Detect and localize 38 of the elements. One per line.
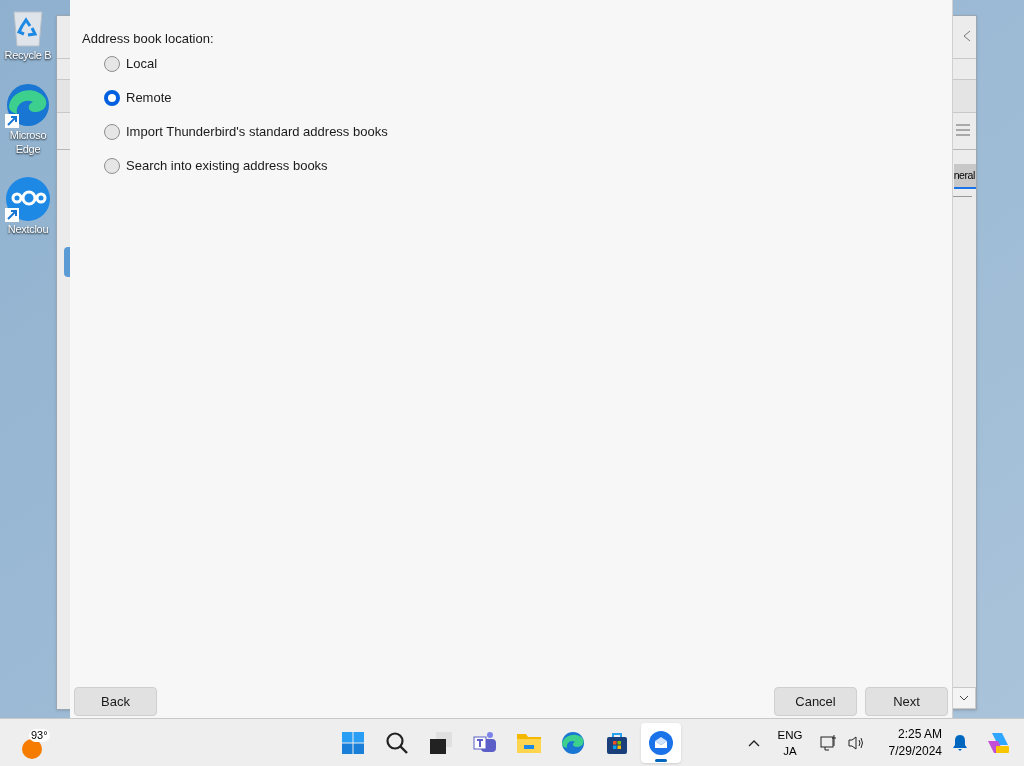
language-code: ENG [777,727,803,743]
volume-icon[interactable] [848,734,866,751]
close-icon[interactable] [962,30,972,42]
language-indicator[interactable]: ENG JA [770,726,810,759]
weather-widget[interactable]: 93° [22,724,62,761]
chat-team-icon [473,731,497,755]
radio-label[interactable]: Local [126,54,158,74]
section-label: Address book location: [82,30,215,47]
radio-label[interactable]: Import Thunderbird's standard address books [126,122,388,142]
cancel-button[interactable]: Cancel [774,687,857,716]
radio-button[interactable] [104,90,120,106]
network-icon[interactable] [820,733,838,752]
next-button[interactable]: Next [865,687,948,716]
radio-label[interactable]: Remote [126,88,172,108]
clock-time[interactable]: 2:25 AM [897,725,942,743]
bird-envelope-icon [648,730,674,756]
radio-button[interactable] [104,124,120,140]
caret-icon [959,695,969,701]
task-view-icon [429,731,453,755]
clock-date[interactable]: 7/29/2024 [888,742,942,760]
folder-icon [516,731,542,755]
colorful-logo-icon[interactable] [986,730,1010,755]
language-code: JA [783,743,797,759]
windows-logo-icon [341,731,365,755]
bell-icon[interactable] [952,733,968,752]
temperature: 93° [29,728,50,742]
tab[interactable]: neral [953,164,976,189]
wave-logo-icon [5,82,51,128]
radio-button[interactable] [104,158,120,174]
radio-label[interactable]: Search into existing address books [126,156,328,176]
shopping-bag-icon [605,731,629,755]
back-button[interactable]: Back [74,687,157,716]
three-rings-logo-icon [5,176,51,222]
chevron-up-icon[interactable] [748,738,760,747]
wave-logo-icon [561,731,585,755]
search-icon [385,731,409,755]
sun-icon [22,738,42,759]
radio-button[interactable] [104,56,120,72]
